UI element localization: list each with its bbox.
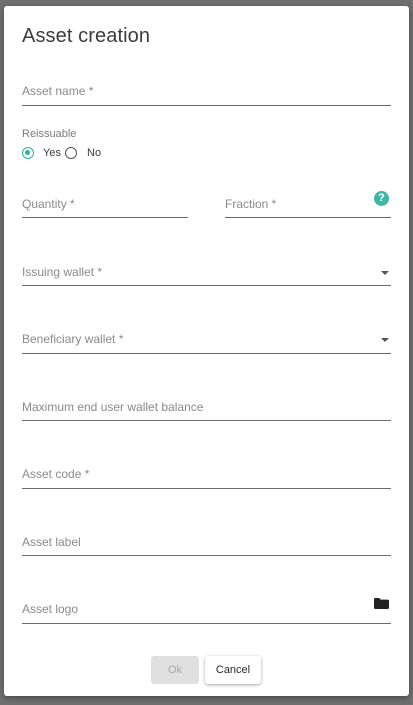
- dropdown-arrow-icon[interactable]: [381, 271, 389, 275]
- asset-code-label: Asset code *: [22, 467, 90, 481]
- quantity-label: Quantity *: [22, 197, 75, 211]
- radio-checked-icon[interactable]: [22, 147, 34, 159]
- issuing-wallet-underline: [22, 285, 391, 286]
- max-wallet-balance-underline: [22, 420, 391, 421]
- reissuable-yes-label[interactable]: Yes: [43, 147, 61, 159]
- dropdown-arrow-icon[interactable]: [381, 338, 389, 342]
- asset-label-underline: [22, 555, 391, 556]
- beneficiary-wallet-underline: [22, 353, 391, 354]
- asset-name-underline: [22, 105, 391, 106]
- asset-label-field[interactable]: Asset label: [22, 527, 391, 556]
- ok-button[interactable]: Ok: [151, 656, 199, 684]
- dialog-title: Asset creation: [22, 25, 151, 47]
- issuing-wallet-label: Issuing wallet *: [22, 265, 103, 279]
- asset-code-underline: [22, 488, 391, 489]
- reissuable-yes-option[interactable]: Yes: [22, 146, 62, 162]
- issuing-wallet-select[interactable]: Issuing wallet *: [22, 257, 391, 286]
- asset-code-field[interactable]: Asset code *: [22, 459, 391, 489]
- quantity-field[interactable]: Quantity *: [22, 189, 188, 218]
- fraction-underline: [225, 217, 391, 218]
- fraction-field[interactable]: Fraction *: [225, 189, 391, 218]
- beneficiary-wallet-label: Beneficiary wallet *: [22, 332, 124, 346]
- asset-creation-dialog: Asset creation Asset name * Reissuable Y…: [4, 6, 409, 696]
- reissuable-no-label[interactable]: No: [87, 147, 101, 159]
- beneficiary-wallet-select[interactable]: Beneficiary wallet *: [22, 324, 391, 354]
- reissuable-no-option[interactable]: No: [65, 146, 105, 162]
- asset-logo-field[interactable]: Asset logo: [22, 594, 391, 624]
- reissuable-label: Reissuable: [22, 128, 77, 140]
- asset-name-field[interactable]: Asset name *: [22, 76, 391, 106]
- quantity-underline: [22, 217, 188, 218]
- fraction-label: Fraction *: [225, 197, 277, 211]
- asset-label-label: Asset label: [22, 535, 81, 549]
- cancel-button[interactable]: Cancel: [205, 656, 261, 684]
- folder-icon[interactable]: [374, 598, 389, 609]
- asset-logo-underline: [22, 623, 391, 624]
- radio-unchecked-icon[interactable]: [65, 147, 77, 159]
- max-wallet-balance-field[interactable]: Maximum end user wallet balance: [22, 392, 391, 421]
- asset-logo-label: Asset logo: [22, 602, 79, 616]
- asset-name-label: Asset name *: [22, 84, 94, 98]
- help-circle-icon[interactable]: ?: [374, 191, 389, 206]
- max-wallet-balance-label: Maximum end user wallet balance: [22, 400, 204, 414]
